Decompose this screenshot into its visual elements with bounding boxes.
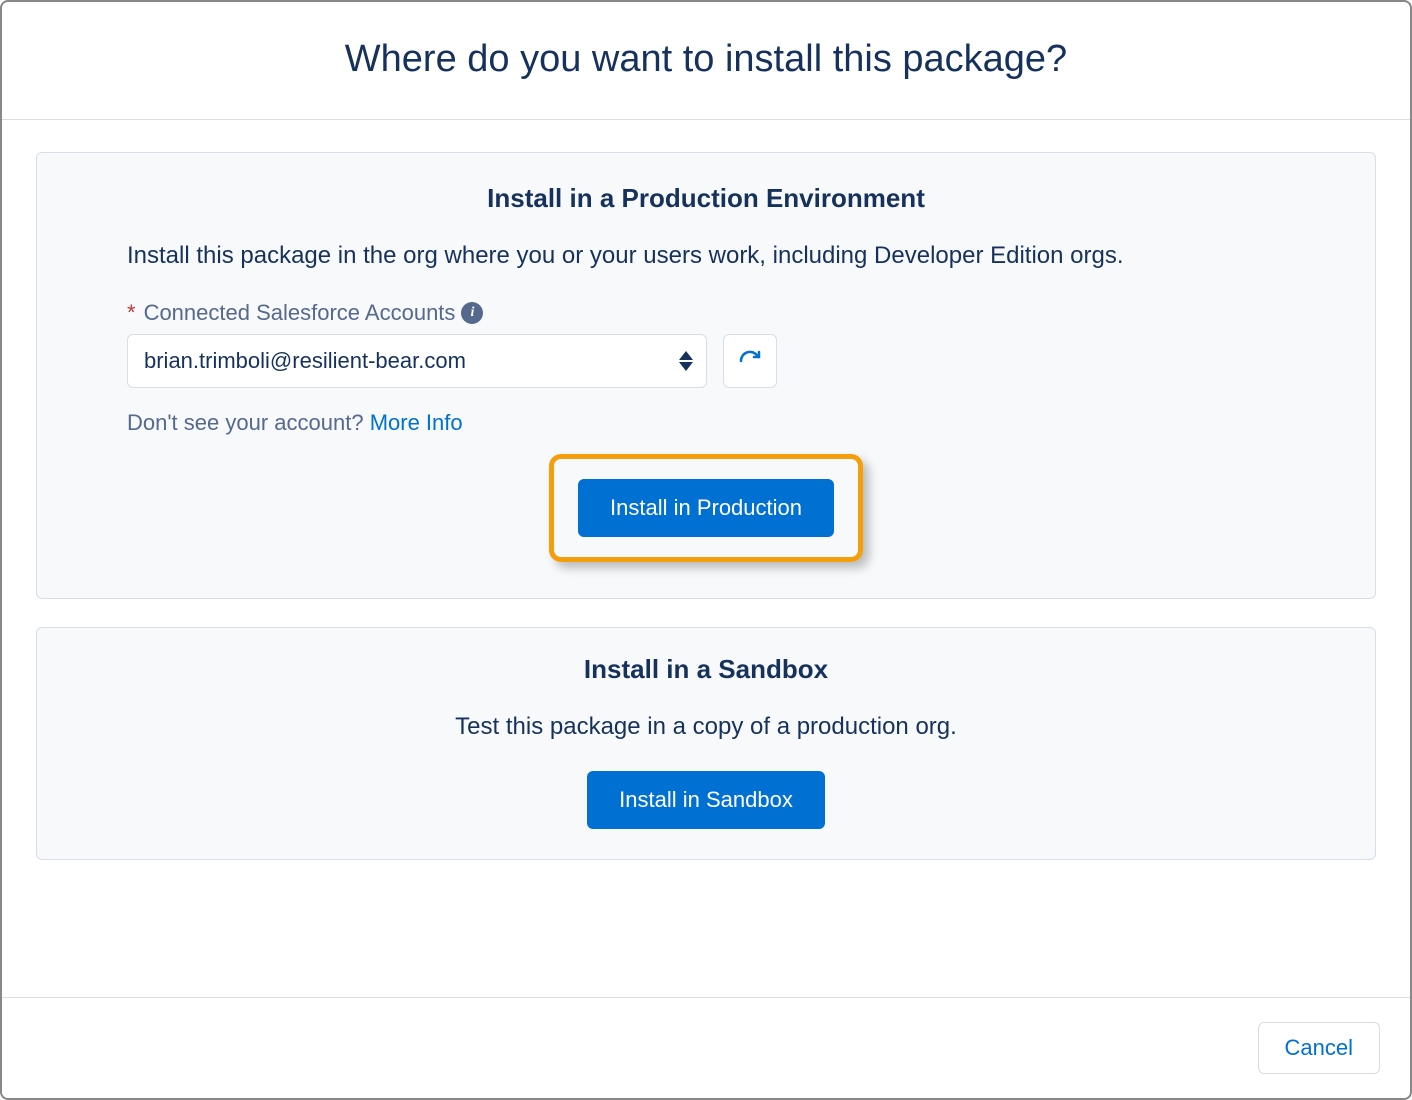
install-production-button[interactable]: Install in Production: [578, 479, 834, 537]
refresh-icon: [738, 349, 762, 373]
required-indicator: *: [127, 300, 136, 326]
sandbox-description: Test this package in a copy of a product…: [127, 713, 1285, 741]
production-description: Install this package in the org where yo…: [127, 242, 1285, 270]
account-select[interactable]: brian.trimboli@resilient-bear.com: [127, 334, 707, 388]
account-select-row: brian.trimboli@resilient-bear.com: [127, 334, 1285, 388]
help-text-prefix: Don't see your account?: [127, 410, 370, 435]
info-icon[interactable]: i: [461, 302, 483, 324]
account-select-wrap: brian.trimboli@resilient-bear.com: [127, 334, 707, 388]
account-help-text: Don't see your account? More Info: [127, 410, 1285, 436]
install-production-highlight: Install in Production: [549, 454, 863, 562]
install-package-modal: Where do you want to install this packag…: [2, 2, 1410, 1098]
sandbox-panel: Install in a Sandbox Test this package i…: [36, 627, 1376, 860]
modal-title: Where do you want to install this packag…: [22, 38, 1390, 81]
more-info-link[interactable]: More Info: [370, 410, 463, 435]
account-field-label-row: * Connected Salesforce Accounts i: [127, 300, 1285, 326]
account-select-value: brian.trimboli@resilient-bear.com: [144, 348, 466, 373]
modal-footer: Cancel: [2, 997, 1410, 1098]
modal-body: Install in a Production Environment Inst…: [2, 120, 1410, 997]
account-field-label: Connected Salesforce Accounts: [144, 300, 456, 326]
cancel-button[interactable]: Cancel: [1258, 1022, 1380, 1074]
refresh-button[interactable]: [723, 334, 777, 388]
sandbox-title: Install in a Sandbox: [127, 654, 1285, 685]
production-panel: Install in a Production Environment Inst…: [36, 152, 1376, 599]
install-sandbox-button[interactable]: Install in Sandbox: [587, 771, 825, 829]
modal-header: Where do you want to install this packag…: [2, 2, 1410, 120]
production-title: Install in a Production Environment: [127, 183, 1285, 214]
